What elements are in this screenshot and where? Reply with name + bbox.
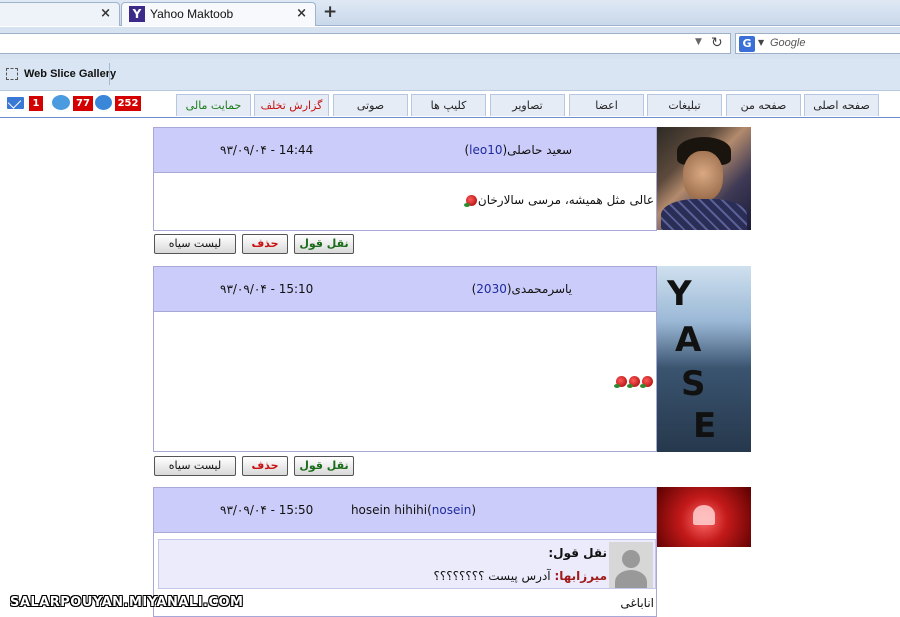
- author-paren: ): [471, 503, 476, 517]
- author-name: یاسرمحمدی(: [506, 282, 572, 296]
- default-avatar-icon: [609, 542, 653, 588]
- avatar-shirt: [661, 199, 747, 230]
- post-header: یاسرمحمدی(2030) ۹۳/۰۹/۰۴ - 15:10: [153, 266, 657, 312]
- avatar-letter: A: [675, 320, 702, 360]
- rose-emoji-icon: [614, 376, 627, 388]
- chat-bubble-icon[interactable]: [52, 95, 70, 110]
- chat-count-badge[interactable]: 77: [73, 96, 93, 111]
- quote-button[interactable]: نقل قول: [294, 234, 354, 254]
- nav-my-page[interactable]: صفحه من: [726, 94, 801, 116]
- user-avatar[interactable]: Y A S E: [657, 266, 751, 452]
- mail-icon[interactable]: [7, 97, 24, 109]
- rose-emoji-icon: [640, 376, 653, 388]
- quote-author[interactable]: میرزابها:: [554, 569, 607, 583]
- quoted-message: نقل قول: میرزابها: آدرس پیست ؟؟؟؟؟؟؟؟: [158, 539, 656, 589]
- blacklist-button[interactable]: لیست سیاه: [154, 456, 236, 476]
- site-toolbar: 1 77 252 صفحه اصلی صفحه من تبلیغات اعضا …: [0, 92, 900, 118]
- search-engine-dropdown-icon[interactable]: ▼: [758, 38, 764, 47]
- browser-tab-yahoo-maktoob[interactable]: Y Yahoo Maktoob ×: [121, 2, 316, 26]
- post-timestamp: ۹۳/۰۹/۰۴ - 15:50: [220, 503, 314, 517]
- close-tab-icon[interactable]: ×: [100, 6, 111, 21]
- delete-button[interactable]: حذف: [242, 234, 288, 254]
- post-body: عالی مثل همیشه، مرسی سالارخان: [153, 173, 657, 231]
- heart-icon: [693, 505, 715, 525]
- comment-count-badge[interactable]: 252: [115, 96, 141, 111]
- web-slice-gallery-link[interactable]: Web Slice Gallery: [24, 68, 116, 80]
- rose-emoji-icon: [463, 195, 477, 207]
- author-uid-link[interactable]: nosein: [432, 503, 472, 517]
- avatar-letter: S: [681, 364, 706, 404]
- post-text: [614, 374, 654, 388]
- nav-home[interactable]: صفحه اصلی: [804, 94, 879, 116]
- avatar-letter: Y: [667, 274, 692, 314]
- quote-button[interactable]: نقل قول: [294, 456, 354, 476]
- nav-donate[interactable]: حمایت مالی: [176, 94, 251, 116]
- avatar-body: [615, 570, 647, 588]
- avatar-head: [622, 550, 640, 568]
- post-text: عالی مثل همیشه، مرسی سالارخان: [463, 193, 654, 207]
- post-author: سعید حاصلی(leo10): [464, 143, 572, 157]
- new-tab-button[interactable]: +: [323, 2, 337, 22]
- close-tab-icon[interactable]: ×: [296, 6, 307, 21]
- delete-button[interactable]: حذف: [242, 456, 288, 476]
- avatar-letter: E: [693, 406, 717, 446]
- user-avatar[interactable]: [657, 127, 751, 230]
- user-avatar[interactable]: [657, 487, 751, 547]
- author-uid-link[interactable]: 2030: [476, 282, 507, 296]
- post-message: عالی مثل همیشه، مرسی سالارخان: [477, 193, 654, 207]
- post-author: یاسرمحمدی(2030): [472, 282, 572, 296]
- watermark-text: SALARPOUYAN.MIYANALI.COM: [10, 595, 244, 610]
- browser-tab-blank[interactable]: ×: [0, 2, 120, 26]
- nav-audio[interactable]: صوتی: [333, 94, 408, 116]
- author-name: سعید حاصلی(: [502, 143, 573, 157]
- favorites-bar: Web Slice Gallery: [0, 59, 900, 91]
- nav-ads[interactable]: تبلیغات: [647, 94, 722, 116]
- browser-tab-bar: × Y Yahoo Maktoob × +: [0, 0, 900, 26]
- quote-text: آدرس پیست ؟؟؟؟؟؟؟؟: [433, 569, 555, 583]
- favorites-divider: [109, 63, 110, 85]
- nav-members[interactable]: اعضا: [569, 94, 644, 116]
- mail-count-badge[interactable]: 1: [29, 96, 43, 111]
- avatar-face: [683, 151, 723, 201]
- blacklist-button[interactable]: لیست سیاه: [154, 234, 236, 254]
- post-message: اناباغی: [620, 596, 654, 610]
- post-timestamp: ۹۳/۰۹/۰۴ - 15:10: [220, 282, 314, 296]
- post-timestamp: ۹۳/۰۹/۰۴ - 14:44: [220, 143, 314, 157]
- address-bar-area: ▼ ↻ G ▼ Google: [0, 27, 900, 59]
- post-body: [153, 312, 657, 452]
- yahoo-favicon-icon: Y: [129, 6, 145, 22]
- google-icon[interactable]: G: [739, 36, 755, 52]
- post-header: سعید حاصلی(leo10) ۹۳/۰۹/۰۴ - 14:44: [153, 127, 657, 173]
- post-header: hosein hihihi(nosein) ۹۳/۰۹/۰۴ - 15:50: [153, 487, 657, 533]
- comment-icon[interactable]: [95, 95, 112, 110]
- nav-images[interactable]: تصاویر: [490, 94, 565, 116]
- dropdown-arrow-icon[interactable]: ▼: [695, 37, 702, 47]
- tab-title: Yahoo Maktoob: [150, 7, 234, 21]
- rose-emoji-icon: [627, 376, 640, 388]
- search-placeholder: Google: [770, 37, 806, 49]
- search-input[interactable]: G ▼ Google: [735, 33, 900, 54]
- nav-report-violation[interactable]: گزارش تخلف: [254, 94, 329, 116]
- quote-label: نقل قول:: [548, 546, 607, 560]
- quote-line: میرزابها: آدرس پیست ؟؟؟؟؟؟؟؟: [433, 569, 607, 583]
- author-uid-link[interactable]: leo10: [469, 143, 502, 157]
- refresh-icon[interactable]: ↻: [711, 35, 723, 51]
- web-slice-icon: [6, 68, 18, 80]
- author-name: hosein hihihi(: [350, 503, 432, 517]
- url-input[interactable]: ▼ ↻: [0, 33, 731, 54]
- nav-clips[interactable]: کلیپ ها: [411, 94, 486, 116]
- post-author: hosein hihihi(nosein): [351, 503, 476, 517]
